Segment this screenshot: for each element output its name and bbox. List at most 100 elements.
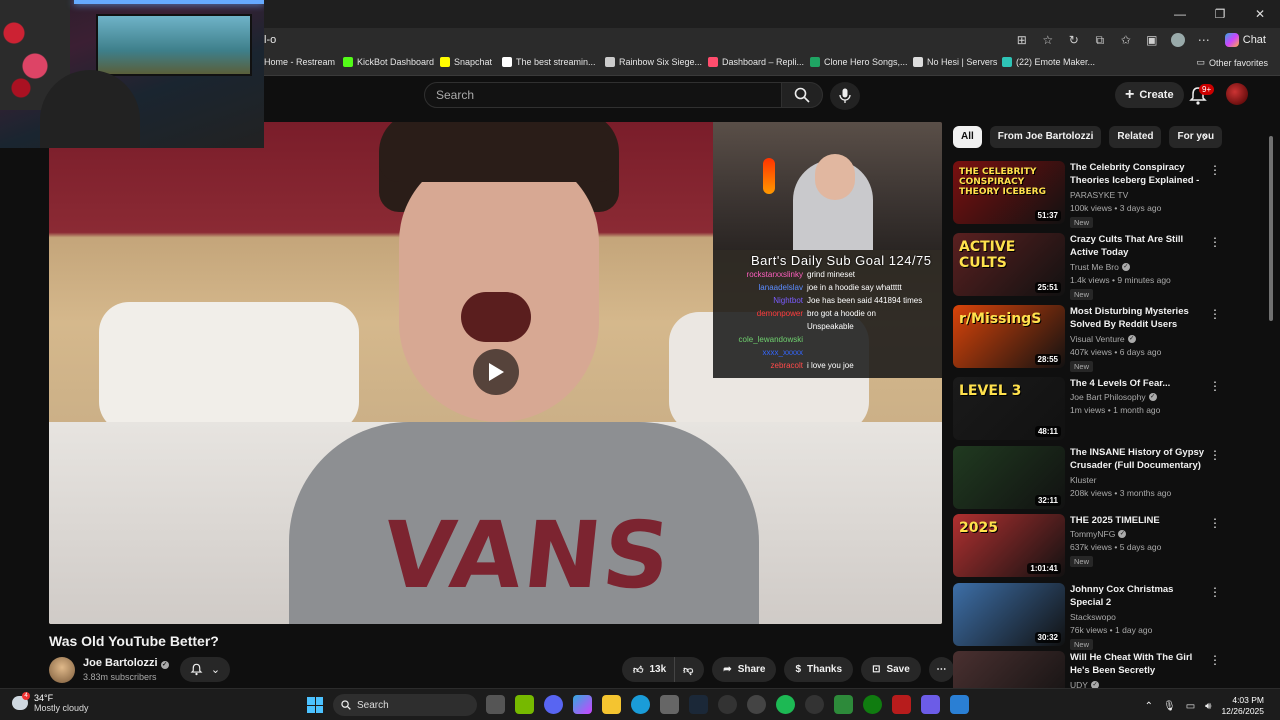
chevron-up-icon[interactable]: ⌃ <box>1145 701 1153 712</box>
microphone-tray-icon[interactable]: 🎙︎ <box>1163 701 1176 712</box>
recommended-video[interactable]: 32:11 The INSANE History of Gypsy Crusade… <box>953 446 1253 510</box>
xbox-icon[interactable] <box>863 695 882 714</box>
extensions-icon[interactable]: ⧉ <box>1091 31 1109 49</box>
more-actions-button[interactable]: ⋯ <box>928 657 954 682</box>
channel-name-text[interactable]: Joe Bartolozzi <box>83 657 158 669</box>
video-thumbnail[interactable]: ACTIVE CULTS 25:51 <box>953 233 1065 296</box>
video-player[interactable]: VANS Bart's Daily Sub Goal 124/75 rockst… <box>49 122 942 624</box>
like-button[interactable]: 👍︎ 13k <box>622 657 676 682</box>
channel-avatar[interactable] <box>49 657 75 683</box>
video-thumbnail[interactable]: r/MissingS 28:55 <box>953 305 1065 368</box>
monitor-icon[interactable]: ▭ <box>1186 701 1195 712</box>
bookmark-item[interactable]: Rainbow Six Siege... <box>605 57 702 67</box>
obs-icon[interactable] <box>718 695 737 714</box>
video-thumbnail[interactable]: 30:32 <box>953 583 1065 646</box>
video-menu-icon[interactable]: ⋮ <box>1209 653 1221 669</box>
discord-icon[interactable] <box>544 695 563 714</box>
recommended-video[interactable]: 30:32 Johnny Cox Christmas Special 2 Stack… <box>953 583 1253 650</box>
bookmark-item[interactable]: Dashboard – Repli... <box>708 57 804 67</box>
video-menu-icon[interactable]: ⋮ <box>1209 448 1221 464</box>
weather-widget[interactable]: 4 34°F Mostly cloudy <box>12 692 89 713</box>
maximize-button[interactable]: ❐ <box>1200 0 1240 28</box>
favorite-star-icon[interactable]: ☆ <box>1039 31 1057 49</box>
steam-icon[interactable] <box>689 695 708 714</box>
kickbot-icon[interactable] <box>834 695 853 714</box>
volume-icon[interactable]: 🔊︎ <box>1205 701 1211 712</box>
channel-name[interactable]: Joe Bartolozzi ✓ <box>83 657 169 669</box>
recommended-video[interactable]: LEVEL 3 48:11 The 4 Levels Of Fear... Joe B… <box>953 377 1253 441</box>
close-window-button[interactable]: ✕ <box>1240 0 1280 28</box>
subscription-bell-button[interactable]: ⌄ <box>180 657 230 682</box>
active-window-icon[interactable] <box>950 695 969 714</box>
search-input[interactable]: Search <box>424 82 782 108</box>
recommended-video-channel[interactable]: Kluster <box>1070 475 1096 485</box>
recommended-video-title[interactable]: Crazy Cults That Are Still Active Today <box>1070 233 1206 259</box>
filter-chip[interactable]: All <box>953 126 982 148</box>
recommended-video-title[interactable]: Most Disturbing Mysteries Solved By Redd… <box>1070 305 1206 331</box>
minimize-button[interactable]: — <box>1160 0 1200 28</box>
video-menu-icon[interactable]: ⋮ <box>1209 516 1221 532</box>
nvidia-icon[interactable] <box>515 695 534 714</box>
recommended-video-title[interactable]: THE 2025 TIMELINE <box>1070 514 1206 527</box>
recommended-video[interactable]: ACTIVE CULTS 25:51 Crazy Cults That Are St… <box>953 233 1253 300</box>
profile-icon[interactable] <box>1169 31 1187 49</box>
recommended-video-title[interactable]: Johnny Cox Christmas Special 2 <box>1070 583 1206 609</box>
spotify-icon[interactable] <box>776 695 795 714</box>
taskbar-search[interactable]: Search <box>333 694 477 716</box>
recommended-video[interactable]: r/MissingS 28:55 Most Disturbing Mysteries… <box>953 305 1253 372</box>
collections-icon[interactable]: ▣ <box>1143 31 1161 49</box>
video-menu-icon[interactable]: ⋮ <box>1209 163 1221 179</box>
bookmark-item[interactable]: (22) Emote Maker... <box>1002 57 1095 67</box>
edge-icon[interactable] <box>631 695 650 714</box>
recommended-video[interactable]: THE CELEBRITY CONSPIRACY THEORY ICEBERG 5… <box>953 161 1253 228</box>
video-thumbnail[interactable]: THE CELEBRITY CONSPIRACY THEORY ICEBERG 5… <box>953 161 1065 224</box>
thanks-button[interactable]: $ Thanks <box>784 657 854 682</box>
notes-app-icon[interactable] <box>921 695 940 714</box>
recommended-video-channel[interactable]: Stackswopo <box>1070 612 1116 622</box>
video-thumbnail[interactable]: 32:11 <box>953 446 1065 509</box>
other-favorites-folder[interactable]: ▭ Other favorites <box>1196 57 1268 68</box>
bookmark-item[interactable]: KickBot Dashboard <box>343 57 434 67</box>
refresh-icon[interactable]: ↻ <box>1065 31 1083 49</box>
play-button[interactable] <box>473 349 519 395</box>
recommended-video-channel[interactable]: Joe Bart Philosophy ✓ <box>1070 392 1157 402</box>
video-menu-icon[interactable]: ⋮ <box>1209 379 1221 395</box>
recommended-video[interactable]: 2025 1:01:41 THE 2025 TIMELINE TommyNFG ✓ 637… <box>953 514 1253 578</box>
file-explorer-icon[interactable] <box>602 695 621 714</box>
recommended-video-title[interactable]: The Celebrity Conspiracy Theories Iceber… <box>1070 161 1206 188</box>
account-avatar[interactable] <box>1226 83 1248 105</box>
taskbar-clock[interactable]: 4:03 PM 12/26/2025 <box>1221 695 1264 717</box>
store-icon[interactable] <box>660 695 679 714</box>
share-button[interactable]: ➦ Share <box>712 657 777 682</box>
4k-app-icon[interactable] <box>805 695 824 714</box>
video-thumbnail[interactable]: 2025 1:01:41 <box>953 514 1065 577</box>
app-available-icon[interactable]: ⊞ <box>1013 31 1031 49</box>
url-text[interactable]: l-o <box>264 34 276 46</box>
task-view-icon[interactable] <box>486 695 505 714</box>
filter-chip[interactable]: Related <box>1109 126 1162 148</box>
video-thumbnail[interactable]: LEVEL 3 48:11 <box>953 377 1065 440</box>
video-menu-icon[interactable]: ⋮ <box>1209 585 1221 601</box>
copilot-chat-button[interactable]: Chat <box>1221 33 1270 47</box>
video-menu-icon[interactable]: ⋮ <box>1209 235 1221 251</box>
bookmark-item[interactable]: The best streamin... <box>502 57 596 67</box>
streamlabs-icon[interactable] <box>892 695 911 714</box>
bookmark-item[interactable]: Snapchat <box>440 57 492 67</box>
page-scrollbar[interactable] <box>1269 136 1273 321</box>
bookmark-item[interactable]: No Hesi | Servers <box>913 57 997 67</box>
recommended-video-channel[interactable]: Trust Me Bro ✓ <box>1070 262 1130 272</box>
voice-search-button[interactable] <box>830 82 860 110</box>
windows-start-button[interactable] <box>307 697 323 713</box>
search-button[interactable] <box>781 82 823 108</box>
create-button[interactable]: + Create <box>1115 82 1184 108</box>
bookmark-item[interactable]: Clone Hero Songs,... <box>810 57 908 67</box>
filter-chip[interactable]: From Joe Bartolozzi <box>989 126 1102 148</box>
save-button[interactable]: ⊡ Save <box>861 657 921 682</box>
recommended-video-title[interactable]: The INSANE History of Gypsy Crusader (Fu… <box>1070 446 1206 472</box>
video-menu-icon[interactable]: ⋮ <box>1209 307 1221 323</box>
favorites-icon[interactable]: ✩ <box>1117 31 1135 49</box>
recommended-video-channel[interactable]: PARASYKE TV <box>1070 190 1128 200</box>
recommended-video-channel[interactable]: TommyNFG ✓ <box>1070 529 1127 539</box>
copilot-app-icon[interactable] <box>573 695 592 714</box>
recommended-video-channel[interactable]: Visual Venture ✓ <box>1070 334 1136 344</box>
